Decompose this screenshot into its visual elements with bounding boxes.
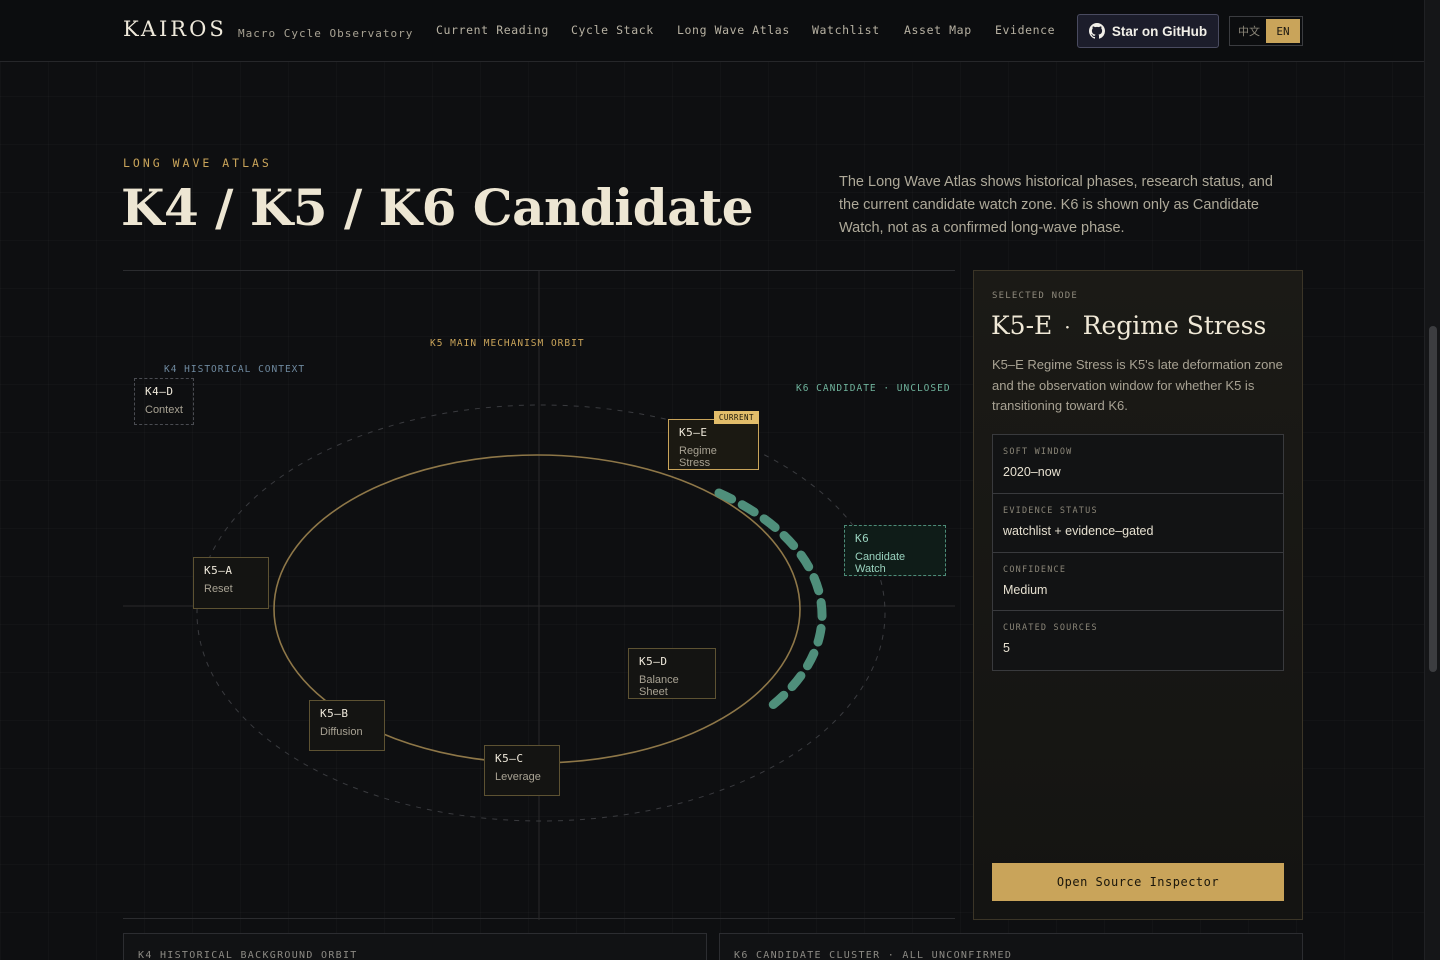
top-navigation-bar: KAIROS Macro Cycle Observatory Current R…	[0, 0, 1424, 62]
k4-background-card: K4 HISTORICAL BACKGROUND ORBIT	[123, 933, 707, 960]
node-k5-c[interactable]: K5–C Leverage	[484, 745, 560, 796]
fact-confidence: CONFIDENCE Medium	[993, 552, 1283, 612]
section-eyebrow: LONG WAVE ATLAS	[123, 156, 272, 170]
long-wave-atlas-diagram: K5 MAIN MECHANISM ORBIT K4 HISTORICAL CO…	[123, 270, 955, 920]
fact-key: SOFT WINDOW	[1003, 447, 1073, 457]
node-code: K5–D	[639, 655, 668, 668]
brand-logo[interactable]: KAIROS	[123, 17, 227, 41]
node-k5-a[interactable]: K5–A Reset	[193, 557, 269, 609]
github-star-button[interactable]: Star on GitHub	[1077, 14, 1219, 48]
lang-zh[interactable]: 中文	[1232, 19, 1266, 43]
inspector-title-separator: ·	[1064, 315, 1071, 339]
node-k5-e[interactable]: CURRENT K5–E Regime Stress	[668, 411, 759, 470]
node-code: K5–B	[320, 707, 349, 720]
node-code: K5–E	[679, 426, 708, 439]
fact-soft-window: SOFT WINDOW 2020–now	[993, 435, 1283, 494]
brand-subtitle: Macro Cycle Observatory	[238, 27, 414, 40]
label-k4-context: K4 HISTORICAL CONTEXT	[164, 364, 306, 375]
nav-asset-map[interactable]: Asset Map	[904, 23, 972, 37]
k6-candidate-arc	[714, 488, 827, 716]
node-name: Reset	[204, 583, 233, 595]
node-k4-d[interactable]: K4–D Context	[134, 378, 194, 425]
page-scrollbar[interactable]	[1424, 0, 1440, 960]
inspector-description: K5–E Regime Stress is K5's late deformat…	[992, 357, 1283, 413]
fact-value: 5	[1003, 641, 1010, 656]
inspector-title: K5-E · Regime Stress	[991, 311, 1266, 340]
node-name: Regime Stress	[679, 445, 717, 469]
github-button-label: Star on GitHub	[1111, 23, 1208, 39]
node-code: K5–A	[204, 564, 233, 577]
fact-key: EVIDENCE STATUS	[1003, 505, 1098, 516]
fact-key: CURATED SOURCES	[1003, 623, 1098, 634]
nav-current-reading[interactable]: Current Reading	[436, 23, 549, 37]
fact-evidence-status: EVIDENCE STATUS watchlist + evidence–gat…	[993, 493, 1283, 553]
nav-evidence[interactable]: Evidence	[995, 23, 1055, 37]
fact-curated-sources: CURATED SOURCES 5	[993, 611, 1283, 670]
node-name: Diffusion	[320, 726, 363, 738]
node-name: Context	[145, 404, 183, 416]
label-k6-candidate: K6 CANDIDATE · UNCLOSED	[796, 383, 951, 394]
inspector-title-code: K5-E	[991, 311, 1053, 340]
fact-key: CONFIDENCE	[1003, 564, 1067, 575]
github-icon	[1088, 23, 1105, 39]
node-name: Leverage	[495, 771, 541, 783]
fact-value: 2020–now	[1003, 465, 1061, 479]
nav-cycle-stack[interactable]: Cycle Stack	[571, 23, 654, 37]
label-k5-orbit: K5 MAIN MECHANISM ORBIT	[430, 338, 585, 349]
node-code: K4–D	[145, 385, 174, 398]
current-badge: CURRENT	[713, 411, 759, 424]
lang-en[interactable]: EN	[1266, 19, 1300, 43]
inspector-title-name: Regime Stress	[1082, 311, 1267, 340]
open-source-inspector-button[interactable]: Open Source Inspector	[992, 863, 1284, 901]
node-name: Candidate Watch	[855, 551, 906, 575]
node-k6[interactable]: K6 Candidate Watch	[844, 525, 946, 576]
inspector-facts: SOFT WINDOW 2020–now EVIDENCE STATUS wat…	[992, 434, 1284, 671]
language-switcher: 中文 EN	[1229, 16, 1303, 46]
node-name: Balance Sheet	[639, 674, 679, 698]
node-code: K5–C	[495, 752, 524, 765]
node-inspector-panel: SELECTED NODE K5-E · Regime Stress K5–E Re…	[973, 270, 1303, 920]
card-title: K4 HISTORICAL BACKGROUND ORBIT	[138, 950, 358, 960]
k6-candidate-card: K6 CANDIDATE CLUSTER · ALL UNCONFIRMED	[719, 933, 1303, 960]
scrollbar-thumb[interactable]	[1429, 326, 1437, 672]
fact-value: Medium	[1003, 582, 1048, 597]
node-k5-b[interactable]: K5–B Diffusion	[309, 700, 385, 751]
card-title: K6 CANDIDATE CLUSTER · ALL UNCONFIRMED	[734, 950, 1013, 960]
nav-watchlist[interactable]: Watchlist	[812, 23, 880, 37]
node-code: K6	[855, 532, 870, 545]
page-title: K4 / K5 / K6 Candidate	[121, 178, 754, 237]
node-k5-d[interactable]: K5–D Balance Sheet	[628, 648, 716, 699]
section-intro: The Long Wave Atlas shows historical pha…	[839, 174, 1273, 236]
inspector-eyebrow: SELECTED NODE	[992, 291, 1079, 301]
nav-long-wave-atlas[interactable]: Long Wave Atlas	[677, 23, 790, 37]
fact-value: watchlist + evidence–gated	[1003, 523, 1154, 538]
